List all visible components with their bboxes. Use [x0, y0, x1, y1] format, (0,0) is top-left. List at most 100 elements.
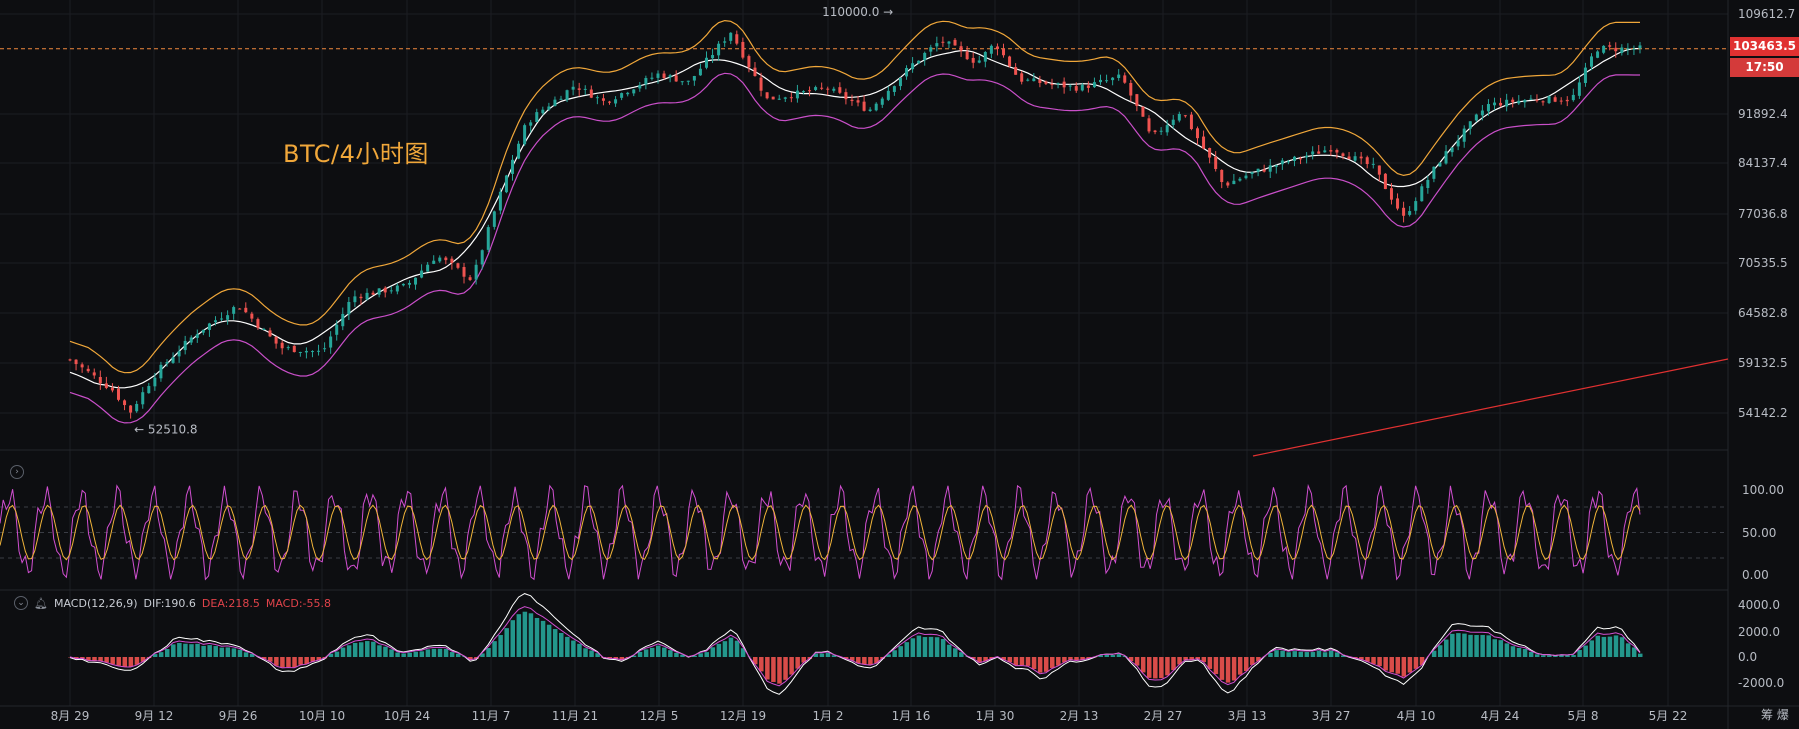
candle-body [165, 362, 169, 364]
chart-canvas[interactable]: 110000.0 → ← 52510.8 109612.7 91892.4 84137.… [0, 0, 1799, 729]
candle-body [377, 288, 381, 295]
macd-histogram-bar [1522, 648, 1528, 657]
candle-body [116, 388, 120, 400]
macd-histogram-bar [546, 624, 552, 657]
time-axis-label: 12月 5 [640, 709, 679, 723]
candle-body [80, 364, 84, 368]
macd-histogram-bar [1116, 654, 1122, 657]
stochastic-axis-label: 100.00 [1742, 483, 1784, 497]
candle-body [862, 101, 866, 111]
time-axis-label: 12月 19 [720, 709, 766, 723]
time-axis-label: 10月 10 [299, 709, 345, 723]
candle-body [1329, 150, 1333, 152]
candle-body [1032, 78, 1036, 82]
macd-histogram-bar [1437, 645, 1443, 657]
candle-body [1499, 102, 1503, 106]
macd-histogram-bar [783, 657, 788, 680]
candle-body [523, 125, 527, 145]
macd-histogram-bar [510, 620, 516, 657]
candle-body [1280, 160, 1284, 165]
macd-histogram-bar [128, 657, 134, 667]
macd-histogram-bar [534, 617, 540, 657]
candle-body [753, 67, 757, 77]
candle-body [868, 109, 872, 111]
macd-histogram-bar [207, 645, 212, 657]
candle-body [1062, 81, 1066, 88]
candle-body [474, 264, 478, 280]
chevron-icon[interactable]: › [10, 465, 24, 479]
candle-body [680, 81, 684, 83]
candle-body [1402, 207, 1406, 216]
candle-body [595, 97, 599, 99]
candle-body [735, 34, 739, 44]
candle-body [1080, 84, 1084, 91]
current-price-tag: 103463.5 [1730, 37, 1799, 56]
macd-histogram-bar [565, 636, 570, 657]
candle-body [1286, 161, 1290, 163]
candle-body [668, 75, 672, 78]
macd-histogram-bar [649, 647, 655, 657]
candle-body [935, 43, 939, 47]
candle-body [1189, 114, 1193, 130]
candle-body [1038, 79, 1042, 83]
candle-body [741, 41, 745, 58]
candle-body [280, 342, 284, 349]
macd-histogram-bar [407, 652, 412, 657]
candle-body [492, 211, 496, 227]
candle-body [244, 307, 248, 313]
bottom-tool-icons[interactable]: 筹 爆 [1761, 706, 1789, 723]
candle-body [1147, 118, 1151, 132]
candle-body [1244, 175, 1248, 179]
macd-histogram-bar [1031, 657, 1037, 670]
candle-body [420, 270, 424, 278]
candle-body [783, 97, 787, 99]
macd-histogram-bar [389, 649, 394, 657]
macd-histogram-bar [674, 652, 679, 657]
macd-histogram-bar [280, 657, 285, 668]
macd-histogram-bar [1534, 654, 1540, 657]
candle-body [777, 98, 781, 100]
candle-body [626, 92, 630, 95]
candle-body [347, 301, 351, 315]
time-axis-label: 11月 21 [552, 709, 598, 723]
candle-body [86, 368, 90, 372]
candle-body [426, 264, 430, 272]
candle-body [159, 364, 163, 379]
candle-body [1559, 100, 1563, 102]
candle-body [456, 263, 460, 268]
candle-body [517, 143, 521, 159]
indicator-settings-icon[interactable]: › [10, 459, 24, 479]
macd-histogram-bar [189, 644, 194, 657]
candle-body [298, 351, 302, 353]
macd-histogram-bar [1583, 645, 1588, 657]
macd-histogram-bar [528, 613, 534, 657]
macd-histogram-bar [910, 638, 916, 657]
macd-histogram-bar [201, 645, 206, 657]
macd-histogram-bar [498, 635, 503, 657]
candle-body [923, 52, 927, 61]
candle-body [874, 103, 878, 111]
collapse-icon[interactable]: ⌄ [14, 596, 28, 610]
candle-body [898, 77, 902, 87]
candle-body [1414, 201, 1418, 211]
candle-body [220, 318, 224, 320]
candle-body [329, 336, 333, 348]
candle-body [195, 334, 199, 338]
macd-histogram-bar [1286, 652, 1291, 657]
candle-body [971, 57, 975, 63]
macd-histogram-bar [940, 639, 946, 657]
candle-body [1014, 67, 1018, 75]
macd-histogram-bar [1541, 655, 1546, 657]
macd-histogram-bar [298, 657, 303, 665]
bell-icon[interactable]: 🔔︎ [34, 597, 48, 610]
macd-histogram-bar [589, 650, 594, 657]
candle-body [553, 99, 557, 106]
candle-body [547, 106, 551, 110]
macd-histogram-bar [158, 652, 164, 657]
candle-body [1577, 82, 1581, 96]
candle-body [1208, 148, 1212, 158]
macd-histogram-bar [1334, 652, 1340, 657]
macd-histogram-bar [637, 651, 643, 657]
candle-body [632, 89, 636, 94]
macd-histogram-bar [559, 632, 564, 657]
